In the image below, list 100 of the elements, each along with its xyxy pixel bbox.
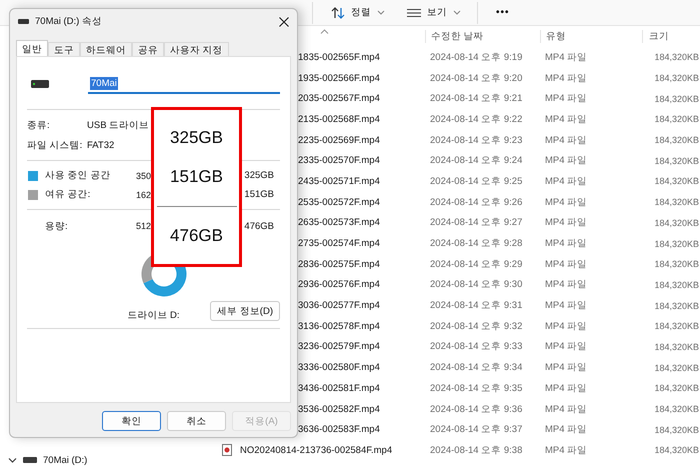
drive-label: 드라이브 D: bbox=[127, 308, 180, 322]
type-cell-text: MP4 파일 bbox=[544, 423, 588, 436]
legend-label: 사용 중인 공간 bbox=[45, 169, 112, 182]
size-cell-text: 184,320KB bbox=[653, 176, 700, 186]
type-cell-text: MP4 파일 bbox=[544, 92, 588, 106]
type-cell-text: MP4 파일 bbox=[544, 174, 588, 188]
window-title: 70Mai (D:) 속성 bbox=[35, 15, 103, 28]
size-cell-text: 184,320KB bbox=[653, 156, 700, 166]
date-cell-text: 2024-08-14 오후 9:31 bbox=[429, 299, 524, 312]
chevron-icon bbox=[453, 9, 461, 16]
type-cell-text: MP4 파일 bbox=[544, 299, 588, 312]
sort-icon bbox=[331, 6, 345, 20]
drive-icon bbox=[18, 19, 29, 24]
type-cell-text: MP4 파일 bbox=[544, 278, 588, 292]
size-cell-text: 184,320KB bbox=[653, 280, 700, 290]
capacity-label: 용량: bbox=[45, 220, 69, 232]
close-icon[interactable] bbox=[279, 16, 289, 26]
date-cell-text: 2024-08-14 오후 9:22 bbox=[429, 112, 524, 126]
callout-value: 151GB bbox=[170, 166, 223, 187]
size-cell-text: 184,320KB bbox=[653, 238, 700, 249]
size-cell-text: 184,320KB bbox=[653, 259, 700, 270]
date-cell-text: 2024-08-14 오후 9:19 bbox=[429, 50, 524, 64]
date-cell-text: 2024-08-14 오후 9:37 bbox=[429, 423, 524, 436]
name-field[interactable]: 70Mai bbox=[88, 74, 280, 94]
type-cell-text: MP4 파일 bbox=[544, 112, 588, 126]
drive-icon bbox=[23, 457, 37, 463]
date-cell-text: 2024-08-14 오후 9:36 bbox=[429, 402, 524, 416]
type-cell-text: MP4 파일 bbox=[544, 134, 588, 147]
date-cell-text: 2024-08-14 오후 9:38 bbox=[429, 444, 524, 457]
date-cell-text: 2024-08-14 오후 9:35 bbox=[429, 382, 524, 395]
type-cell-text: MP4 파일 bbox=[544, 320, 588, 333]
details-button[interactable]: 세부 정보(D) bbox=[210, 301, 280, 321]
sort-button[interactable]: 정렬 bbox=[325, 6, 395, 20]
more-button[interactable]: ••• bbox=[490, 7, 520, 18]
field-label: 종류: bbox=[27, 118, 51, 132]
size-cell-text: 184,320KB bbox=[653, 114, 700, 124]
type-cell-text: MP4 파일 bbox=[544, 72, 588, 85]
size-cell-text: 184,320KB bbox=[653, 342, 700, 352]
dialog-button[interactable]: 취소 bbox=[167, 411, 226, 431]
date-cell-text: 2024-08-14 오후 9:29 bbox=[429, 258, 524, 271]
date-cell-text: 2024-08-14 오후 9:20 bbox=[429, 72, 524, 85]
file-name[interactable]: NO20240814-213736-002584F.mp4 bbox=[240, 444, 425, 456]
column-header[interactable]: 수정한 날짜 bbox=[425, 30, 540, 43]
size-cell-text: 184,320KB bbox=[653, 445, 700, 456]
date-cell-text: 2024-08-14 오후 9:23 bbox=[429, 134, 524, 147]
legend-label: 여유 공간: bbox=[45, 188, 92, 201]
size-cell-text: 184,320KB bbox=[653, 424, 700, 435]
size-value: 325GB bbox=[244, 170, 274, 181]
type-cell-text: MP4 파일 bbox=[544, 50, 588, 64]
date-cell-text: 2024-08-14 오후 9:27 bbox=[429, 216, 524, 230]
size-cell-text: 184,320KB bbox=[653, 300, 700, 311]
type-cell-text: MP4 파일 bbox=[544, 258, 588, 271]
dialog-button[interactable]: 확인 bbox=[102, 411, 161, 431]
date-cell-text: 2024-08-14 오후 9:34 bbox=[429, 361, 524, 374]
bytes-value: 512 bbox=[136, 221, 152, 231]
type-cell-text: MP4 파일 bbox=[544, 196, 588, 209]
size-cell-text: 184,320KB bbox=[653, 404, 700, 414]
chevron-icon bbox=[377, 9, 385, 16]
field-value: FAT32 bbox=[87, 140, 116, 150]
date-cell-text: 2024-08-14 오후 9:30 bbox=[429, 278, 524, 292]
date-cell-text: 2024-08-14 오후 9:21 bbox=[429, 92, 524, 106]
type-cell-text: MP4 파일 bbox=[544, 361, 588, 374]
size-cell-text: 184,320KB bbox=[653, 135, 700, 146]
size-cell-text: 184,320KB bbox=[653, 197, 700, 208]
type-cell-text: MP4 파일 bbox=[544, 154, 588, 168]
callout-value: 325GB bbox=[170, 128, 223, 148]
date-cell-text: 2024-08-14 오후 9:32 bbox=[429, 320, 524, 333]
sort-caret-icon[interactable] bbox=[320, 29, 329, 34]
size-value: 151GB bbox=[244, 189, 274, 200]
date-cell-text: 2024-08-14 오후 9:24 bbox=[429, 154, 524, 168]
type-cell-text: MP4 파일 bbox=[544, 382, 588, 395]
lines-icon bbox=[407, 8, 421, 18]
size-cell-text: 184,320KB bbox=[653, 321, 700, 332]
dialog-button: 적용(A) bbox=[232, 411, 291, 431]
callout-value: 476GB bbox=[170, 226, 223, 246]
size-cell-text: 184,320KB bbox=[653, 52, 700, 62]
nav-item[interactable]: 70Mai (D:) bbox=[8, 453, 215, 467]
column-header[interactable]: 유형 bbox=[540, 30, 642, 43]
field-label: 파일 시스템: bbox=[27, 138, 84, 152]
date-cell-text: 2024-08-14 오후 9:33 bbox=[429, 340, 524, 354]
video-file-icon bbox=[222, 444, 232, 456]
size-cell-text: 184,320KB bbox=[653, 94, 700, 104]
bytes-value: 162 bbox=[136, 190, 152, 200]
date-cell-text: 2024-08-14 오후 9:28 bbox=[429, 237, 524, 250]
size-cell-text: 184,320KB bbox=[653, 383, 700, 394]
bytes-value: 350 bbox=[136, 170, 152, 180]
size-cell-text: 184,320KB bbox=[653, 362, 700, 373]
column-header[interactable]: 크기 bbox=[642, 30, 700, 43]
size-cell-text: 184,320KB bbox=[653, 218, 700, 228]
type-cell-text: MP4 파일 bbox=[544, 237, 588, 250]
size-cell-text: 184,320KB bbox=[653, 73, 700, 84]
view-button[interactable]: 보기 bbox=[401, 6, 471, 19]
date-cell-text: 2024-08-14 오후 9:25 bbox=[429, 174, 524, 188]
drive-icon bbox=[31, 80, 49, 88]
type-cell-text: MP4 파일 bbox=[544, 340, 588, 354]
date-cell-text: 2024-08-14 오후 9:26 bbox=[429, 196, 524, 209]
field-value: USB 드라이브 bbox=[87, 118, 150, 132]
type-cell-text: MP4 파일 bbox=[544, 402, 588, 416]
size-value: 476GB bbox=[244, 220, 274, 232]
type-cell-text: MP4 파일 bbox=[544, 444, 588, 457]
